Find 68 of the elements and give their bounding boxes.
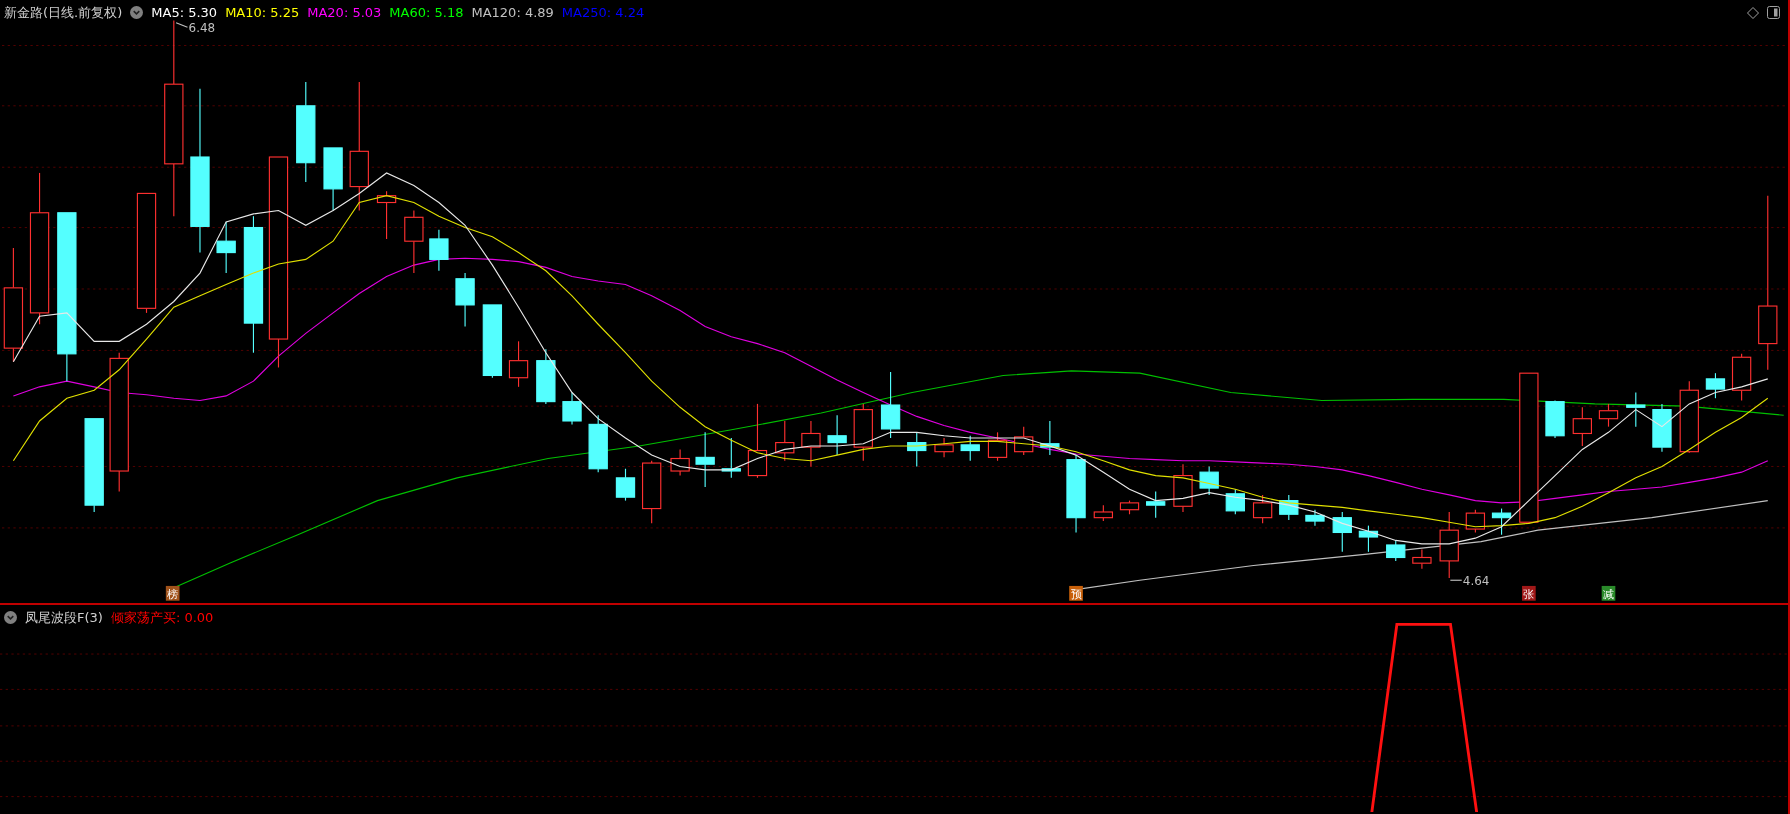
indicator-title: 凤尾波段F(3) <box>25 609 103 627</box>
dropdown-icon[interactable] <box>130 6 144 20</box>
candlestick <box>1252 494 1273 524</box>
panel-toggle-icon[interactable] <box>1767 6 1780 20</box>
candlestick <box>1705 372 1726 399</box>
candlestick <box>1119 500 1140 515</box>
high-price-label: 6.48 <box>175 20 216 35</box>
candlestick <box>508 340 529 388</box>
candlestick <box>695 431 715 488</box>
candlestick <box>455 272 475 328</box>
moving-average-legend: MA5: 5.30 <box>151 3 218 23</box>
candlestick <box>1491 508 1512 536</box>
candlestick <box>907 431 927 468</box>
candlestick <box>1332 511 1352 553</box>
candlestick <box>1572 406 1592 447</box>
candlestick <box>404 209 424 274</box>
chart-title: 新金路(日线.前复权) <box>4 4 123 22</box>
candlestick <box>880 371 901 439</box>
candlestick <box>1225 488 1245 515</box>
signal-tag: 榜 <box>165 585 180 601</box>
candlestick <box>1386 539 1406 562</box>
signal-tag: 减 <box>1601 585 1616 601</box>
candlestick <box>1412 548 1432 570</box>
candlestick <box>1014 426 1034 456</box>
candlestick <box>853 403 873 462</box>
candlestick <box>429 229 449 272</box>
diamond-icon[interactable] <box>1747 6 1759 19</box>
candlestick <box>1626 391 1646 428</box>
candlestick <box>721 437 741 479</box>
candlestick <box>1545 399 1565 439</box>
candlestick <box>1465 509 1486 534</box>
candlestick <box>562 391 582 425</box>
candlestick <box>536 348 556 405</box>
indicator-legend: 倾家荡产买: 0.00 <box>110 608 214 628</box>
candlestick <box>1146 490 1166 519</box>
candlestick <box>1093 504 1113 522</box>
moving-average-legend: MA10: 5.25 <box>225 3 300 23</box>
candlestick <box>1040 420 1060 456</box>
candlestick <box>934 437 954 458</box>
candlestick <box>960 435 980 462</box>
candlestick <box>588 414 608 473</box>
candlestick <box>987 431 1008 462</box>
candlestick <box>323 147 343 212</box>
candlestick <box>376 190 397 240</box>
candlestick <box>642 460 662 524</box>
candlestick <box>1731 353 1752 402</box>
signal-tag: 张 <box>1522 585 1536 601</box>
dropdown-icon[interactable] <box>4 611 17 625</box>
candlestick <box>1305 509 1325 527</box>
moving-average-legend: MA250: 4.24 <box>561 3 645 23</box>
moving-average-legend: MA60: 5.18 <box>389 3 464 23</box>
candlestick <box>1652 403 1672 453</box>
candlestick <box>1598 403 1619 428</box>
signal-tag: 预 <box>1069 585 1083 601</box>
low-price-label: 4.64 <box>1449 573 1490 588</box>
candlestick <box>216 221 236 274</box>
candlestick <box>615 468 636 502</box>
moving-average-legend: MA120: 4.89 <box>471 3 554 23</box>
candlestick <box>827 414 847 456</box>
candlestick <box>1279 494 1299 521</box>
candlestick <box>1439 511 1459 579</box>
candlestick <box>1173 463 1193 513</box>
candlestick <box>1199 465 1219 496</box>
candlestick <box>775 420 795 462</box>
candlestick <box>801 420 821 468</box>
candlestick <box>670 448 690 477</box>
candlestick <box>1358 525 1379 553</box>
moving-average-legend: MA20: 5.03 <box>307 3 382 23</box>
